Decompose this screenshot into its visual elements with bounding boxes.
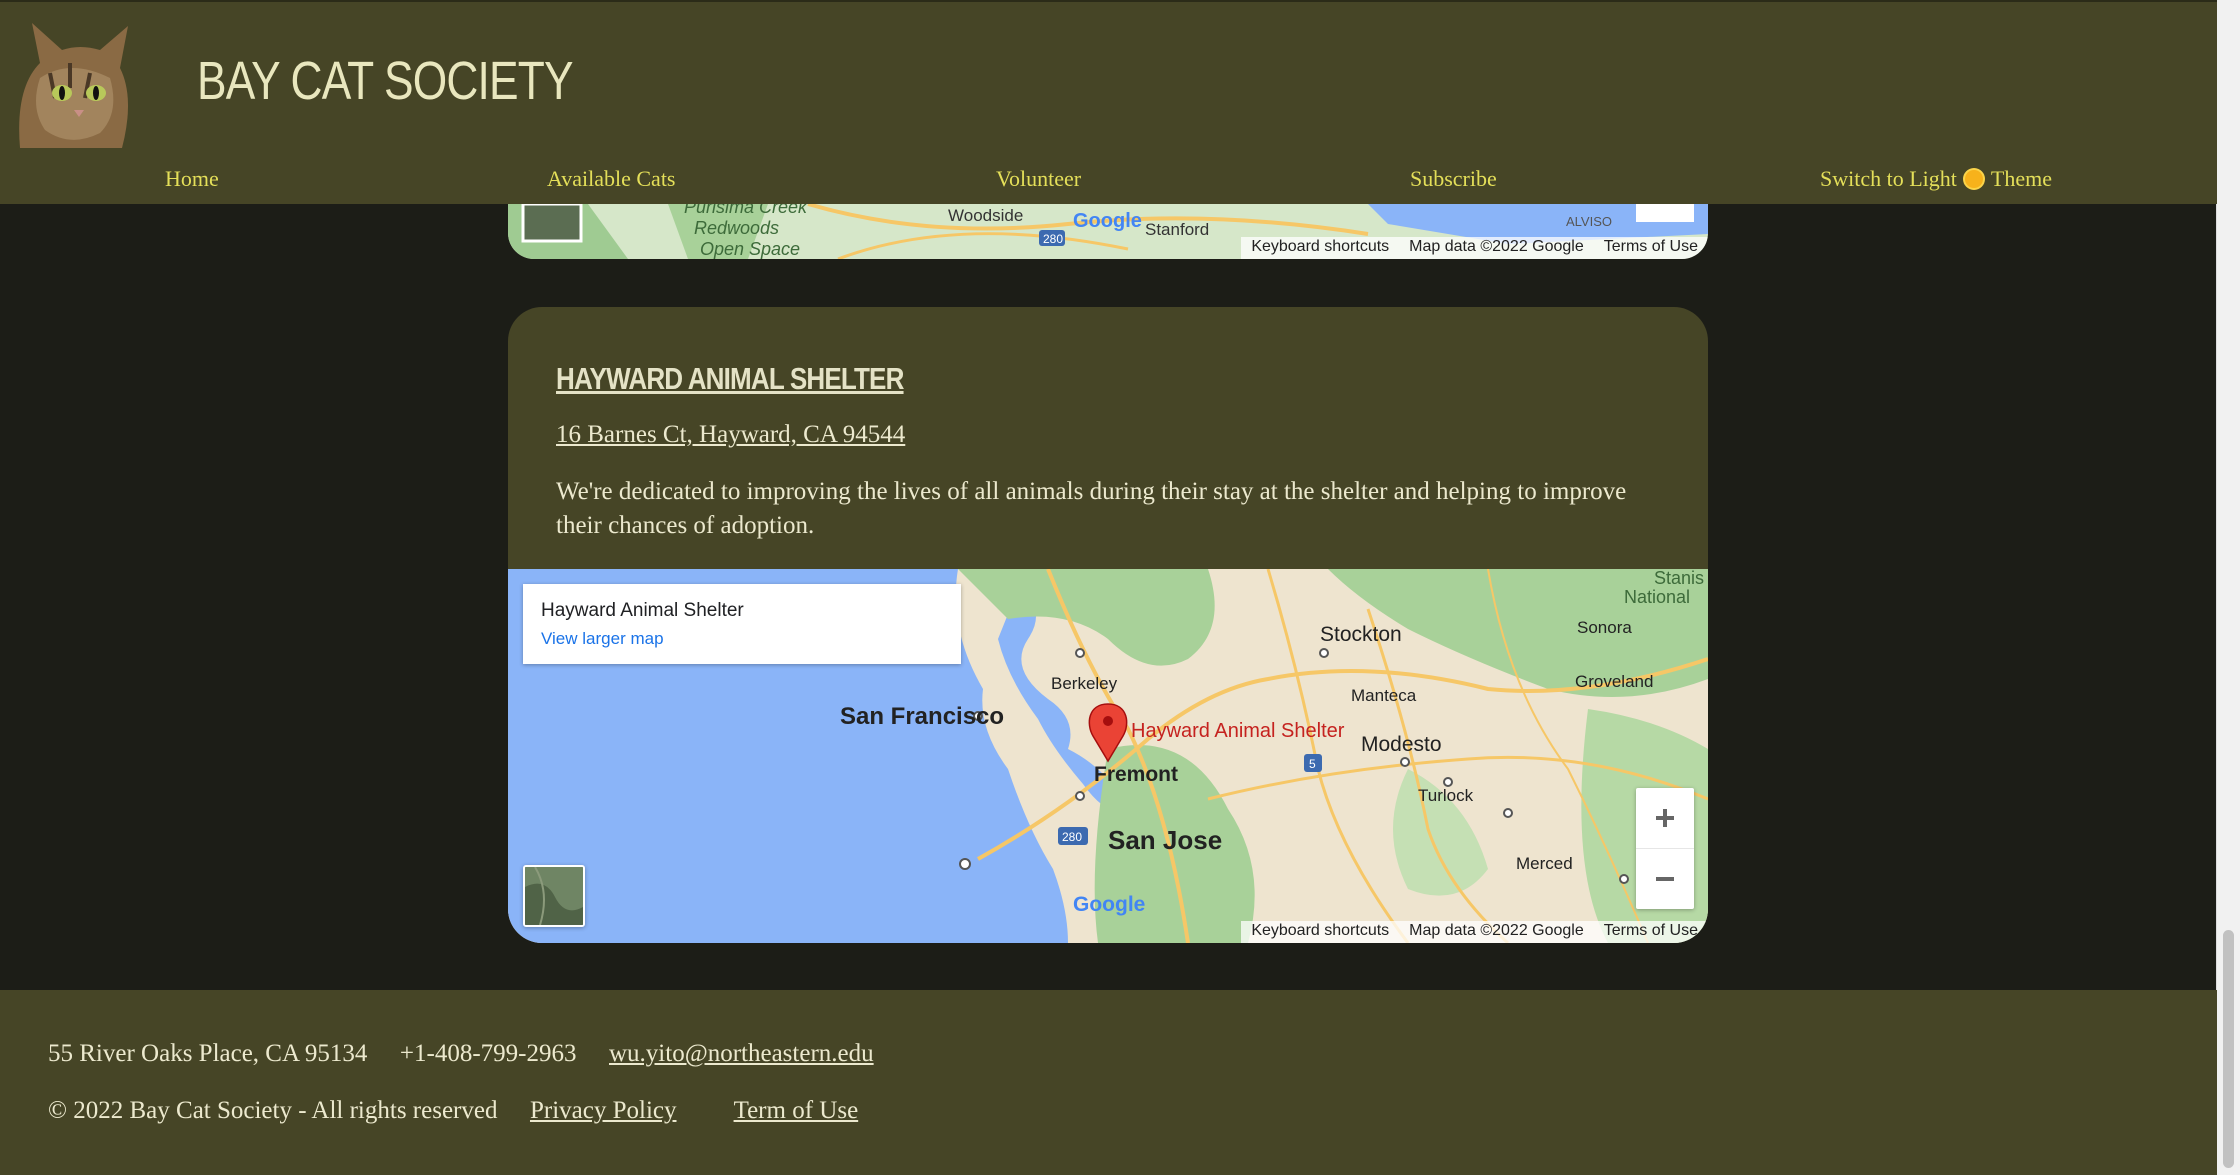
nav-available-cats[interactable]: Available Cats	[547, 166, 676, 192]
map-info-box: Hayward Animal Shelter View larger map	[523, 584, 961, 664]
terms-of-use-link[interactable]: Terms of Use	[1594, 237, 1708, 259]
cat-logo	[19, 23, 129, 148]
map-attribution: Keyboard shortcuts Map data ©2022 Google…	[1241, 921, 1708, 943]
svg-text:Google: Google	[1073, 210, 1142, 232]
map-place-label: Stockton	[1320, 623, 1402, 646]
shelter-card: HAYWARD ANIMAL SHELTER 16 Barnes Ct, Hay…	[508, 307, 1708, 943]
minus-icon	[1656, 877, 1674, 881]
map-info-title: Hayward Animal Shelter	[541, 600, 744, 621]
map-place-label: Modesto	[1361, 733, 1442, 756]
zoom-in-button[interactable]	[1636, 788, 1694, 849]
marker-label: Hayward Animal Shelter	[1131, 720, 1345, 742]
footer-legal-line: © 2022 Bay Cat Society - All rights rese…	[48, 1097, 858, 1125]
map-place-label: Woodside	[948, 206, 1023, 225]
terms-of-use-footer-link[interactable]: Term of Use	[734, 1097, 859, 1124]
map-place-label: Merced	[1516, 854, 1573, 873]
map-place-label: Open Space	[700, 239, 800, 259]
map-place-label: San Jose	[1108, 825, 1222, 855]
map-place-label: Turlock	[1418, 786, 1474, 805]
scrollbar-thumb[interactable]	[2223, 930, 2234, 1168]
plus-icon	[1656, 809, 1674, 827]
google-logo: Google	[1073, 893, 1145, 916]
map-attribution: Keyboard shortcuts Map data ©2022 Google…	[1241, 237, 1708, 259]
map-place-label: ALVISO	[1566, 214, 1612, 229]
shelter-address-link[interactable]: 16 Barnes Ct, Hayward, CA 94544	[556, 421, 905, 449]
nav-subscribe[interactable]: Subscribe	[1410, 166, 1497, 192]
map-place-label: Sonora	[1577, 618, 1632, 637]
satellite-thumbnail-icon	[525, 867, 583, 925]
map-data-credit: Map data ©2022 Google	[1409, 238, 1584, 255]
footer-address: 55 River Oaks Place, CA 95134	[48, 1040, 368, 1067]
shelter-title-link[interactable]: HAYWARD ANIMAL SHELTER	[556, 361, 904, 397]
nav-volunteer[interactable]: Volunteer	[996, 166, 1081, 192]
map-place-label: Groveland	[1575, 672, 1653, 691]
privacy-policy-link[interactable]: Privacy Policy	[530, 1097, 677, 1124]
footer-copyright: © 2022 Bay Cat Society - All rights rese…	[48, 1097, 498, 1124]
theme-toggle[interactable]: Switch to Light Theme	[1820, 166, 2052, 192]
keyboard-shortcuts-link[interactable]: Keyboard shortcuts	[1241, 921, 1399, 943]
theme-toggle-label: Switch to Light	[1820, 166, 1957, 191]
map-place-label: Fremont	[1094, 763, 1178, 786]
satellite-toggle-button[interactable]	[523, 865, 585, 927]
nav-home[interactable]: Home	[165, 166, 219, 192]
map-place-label: Manteca	[1351, 686, 1417, 705]
map-place-label: National	[1624, 587, 1690, 607]
zoom-controls	[1636, 788, 1694, 909]
keyboard-shortcuts-link[interactable]: Keyboard shortcuts	[1241, 237, 1399, 259]
map-data-credit: Map data ©2022 Google	[1409, 922, 1584, 939]
map-place-label: Berkeley	[1051, 674, 1118, 693]
zoom-out-button[interactable]	[1636, 849, 1694, 909]
map-place-label: Purisima Creek	[684, 204, 808, 217]
view-larger-map-link[interactable]: View larger map	[541, 629, 664, 649]
map-place-label: San Francisco	[840, 703, 1004, 730]
map-place-label: Stanis	[1654, 569, 1704, 588]
map-shield-label: 5	[1309, 757, 1316, 771]
shelter-description: We're dedicated to improving the lives o…	[556, 478, 1627, 539]
site-header: BAY CAT SOCIETY Home Available Cats Volu…	[0, 0, 2217, 204]
sun-icon	[1964, 170, 1983, 188]
terms-of-use-link[interactable]: Terms of Use	[1594, 921, 1708, 943]
site-footer: 55 River Oaks Place, CA 95134 +1-408-799…	[0, 990, 2217, 1175]
map-shield-label: 280	[1062, 830, 1082, 844]
previous-shelter-map[interactable]: Purisima Creek Redwoods Open Space Woods…	[508, 204, 1708, 259]
map-place-label: Stanford	[1145, 220, 1209, 239]
footer-email-link[interactable]: wu.yito@northeastern.edu	[609, 1040, 874, 1067]
map-shield-label: 280	[1043, 232, 1063, 246]
vertical-scrollbar[interactable]	[2216, 0, 2240, 1175]
site-title[interactable]: BAY CAT SOCIETY	[197, 50, 573, 112]
theme-toggle-suffix: Theme	[1990, 166, 2052, 191]
shelter-map[interactable]: Stockton Sonora Berkeley Groveland San F…	[508, 569, 1708, 943]
footer-contact-line: 55 River Oaks Place, CA 95134 +1-408-799…	[48, 1040, 874, 1068]
map-place-label: Redwoods	[694, 218, 779, 238]
footer-phone: +1-408-799-2963	[399, 1040, 577, 1067]
